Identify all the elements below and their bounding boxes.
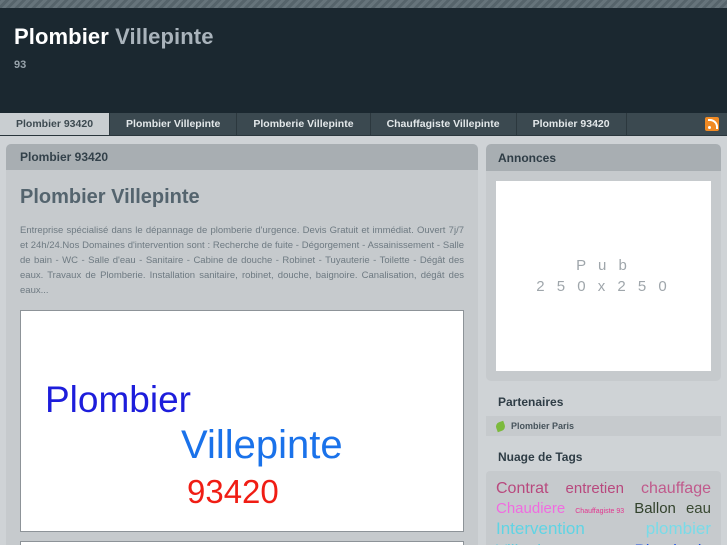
- tag-chaudiere[interactable]: Chaudiere: [496, 500, 565, 517]
- main-column: Plombier 93420 Plombier Villepinte Entre…: [6, 144, 478, 545]
- ad-placeholder-line-2: 2 5 0 x 2 5 0: [536, 278, 671, 295]
- partner-item-0[interactable]: Plombier Paris: [486, 416, 721, 436]
- site-title-light: Villepinte: [115, 24, 214, 49]
- tag-chauffagiste-93[interactable]: Chauffagiste 93: [575, 508, 624, 515]
- tag-row-2: Intervention plombier: [496, 519, 711, 539]
- banner-line-1: Plombier: [45, 379, 191, 420]
- tag-row-0: Contrat entretien chauffage: [496, 480, 711, 498]
- main-navigation: Plombier 93420 Plombier Villepinte Plomb…: [0, 113, 727, 136]
- nav-item-0[interactable]: Plombier 93420: [0, 113, 111, 135]
- tag-intervention[interactable]: Intervention: [496, 519, 585, 539]
- tag-row-1: Chaudiere Chauffagiste 93 Ballon eau: [496, 500, 711, 517]
- main-panel-body: Plombier Villepinte Entreprise spécialis…: [6, 170, 478, 545]
- nav-item-2[interactable]: Plomberie Villepinte: [237, 113, 371, 135]
- partner-label: Plombier Paris: [511, 421, 575, 431]
- tag-villepinte[interactable]: Villepinte: [496, 541, 565, 545]
- page-root: Plombier Villepinte 93 Plombier 93420 Pl…: [0, 0, 727, 545]
- tag-chauffage[interactable]: chauffage: [641, 480, 711, 498]
- banner-line-3: 93420: [187, 473, 279, 510]
- main-panel: Plombier 93420 Plombier Villepinte Entre…: [6, 144, 478, 545]
- phone-banner[interactable]: 01 75 43 85 59 ✓ OUVERT 7J/7 ET: [20, 541, 464, 545]
- hero-banner-image: Plombier Villepinte 93420: [20, 310, 464, 532]
- main-panel-title: Plombier 93420: [6, 144, 478, 170]
- site-subtitle: 93: [14, 59, 27, 71]
- nav-item-1[interactable]: Plombier Villepinte: [110, 113, 238, 135]
- page-title: Plombier Villepinte: [20, 186, 200, 208]
- nav-item-3[interactable]: Chauffagiste Villepinte: [371, 113, 517, 135]
- tag-row-3: Villepinte Plomberie: [496, 541, 711, 545]
- tag-plombier[interactable]: plombier: [646, 519, 711, 539]
- rss-icon[interactable]: [705, 117, 719, 131]
- tag-eau[interactable]: eau: [686, 500, 711, 517]
- site-title: Plombier Villepinte: [14, 24, 727, 50]
- tag-entretien[interactable]: entretien: [566, 480, 624, 497]
- tag-plomberie[interactable]: Plomberie: [634, 541, 711, 545]
- leaf-bullet-icon: [494, 420, 507, 432]
- post-description: Entreprise spécialisé dans le dépannage …: [20, 225, 464, 296]
- nav-item-4[interactable]: Plombier 93420: [517, 113, 627, 135]
- site-title-strong: Plombier: [14, 24, 109, 49]
- tag-cloud: Contrat entretien chauffage Chaudiere Ch…: [486, 471, 721, 545]
- sidebar-tags-title: Nuage de Tags: [498, 450, 583, 464]
- sidebar-ads-title: Annonces: [486, 144, 721, 171]
- ad-placeholder[interactable]: P u b 2 5 0 x 2 5 0: [496, 181, 711, 371]
- sidebar-partners-title: Partenaires: [498, 395, 564, 409]
- tag-contrat[interactable]: Contrat: [496, 480, 548, 498]
- tag-ballon[interactable]: Ballon: [634, 500, 676, 517]
- banner-line-2: Villepinte: [181, 423, 343, 467]
- sidebar-ads-block: P u b 2 5 0 x 2 5 0: [486, 171, 721, 381]
- site-header: Plombier Villepinte 93: [0, 8, 727, 113]
- ad-placeholder-line-1: P u b: [576, 257, 631, 274]
- top-decorative-stripe: [0, 0, 727, 8]
- sidebar: Annonces P u b 2 5 0 x 2 5 0 Partenaires…: [486, 144, 721, 545]
- content-wrapper: Plombier 93420 Plombier Villepinte Entre…: [0, 136, 727, 545]
